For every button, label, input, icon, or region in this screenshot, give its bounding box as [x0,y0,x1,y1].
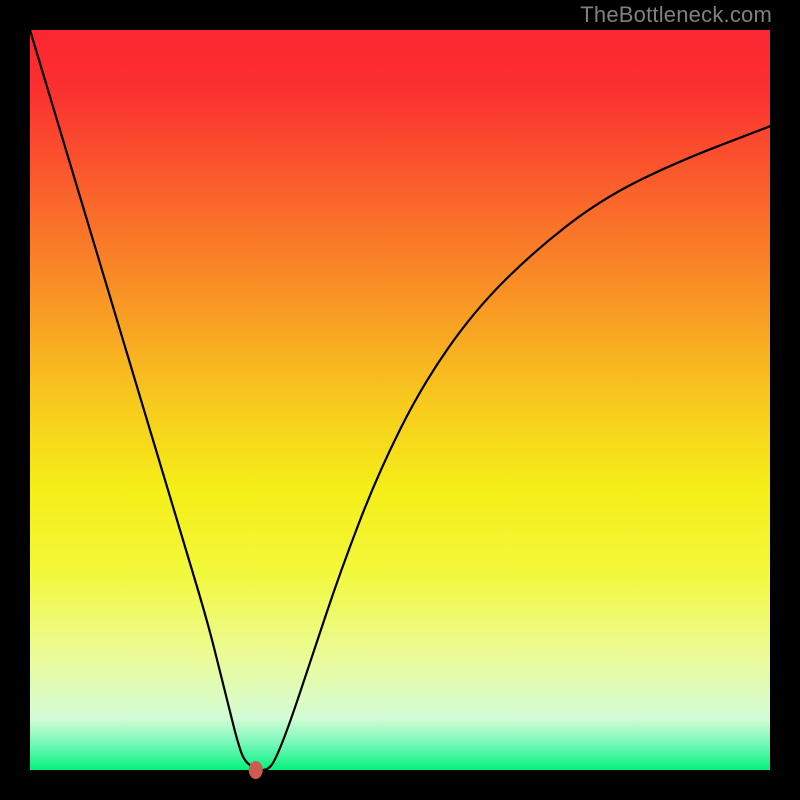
chart-frame: TheBottleneck.com [0,0,800,800]
optimum-marker [249,761,263,779]
bottleneck-chart [0,0,800,800]
watermark-text: TheBottleneck.com [580,2,772,28]
